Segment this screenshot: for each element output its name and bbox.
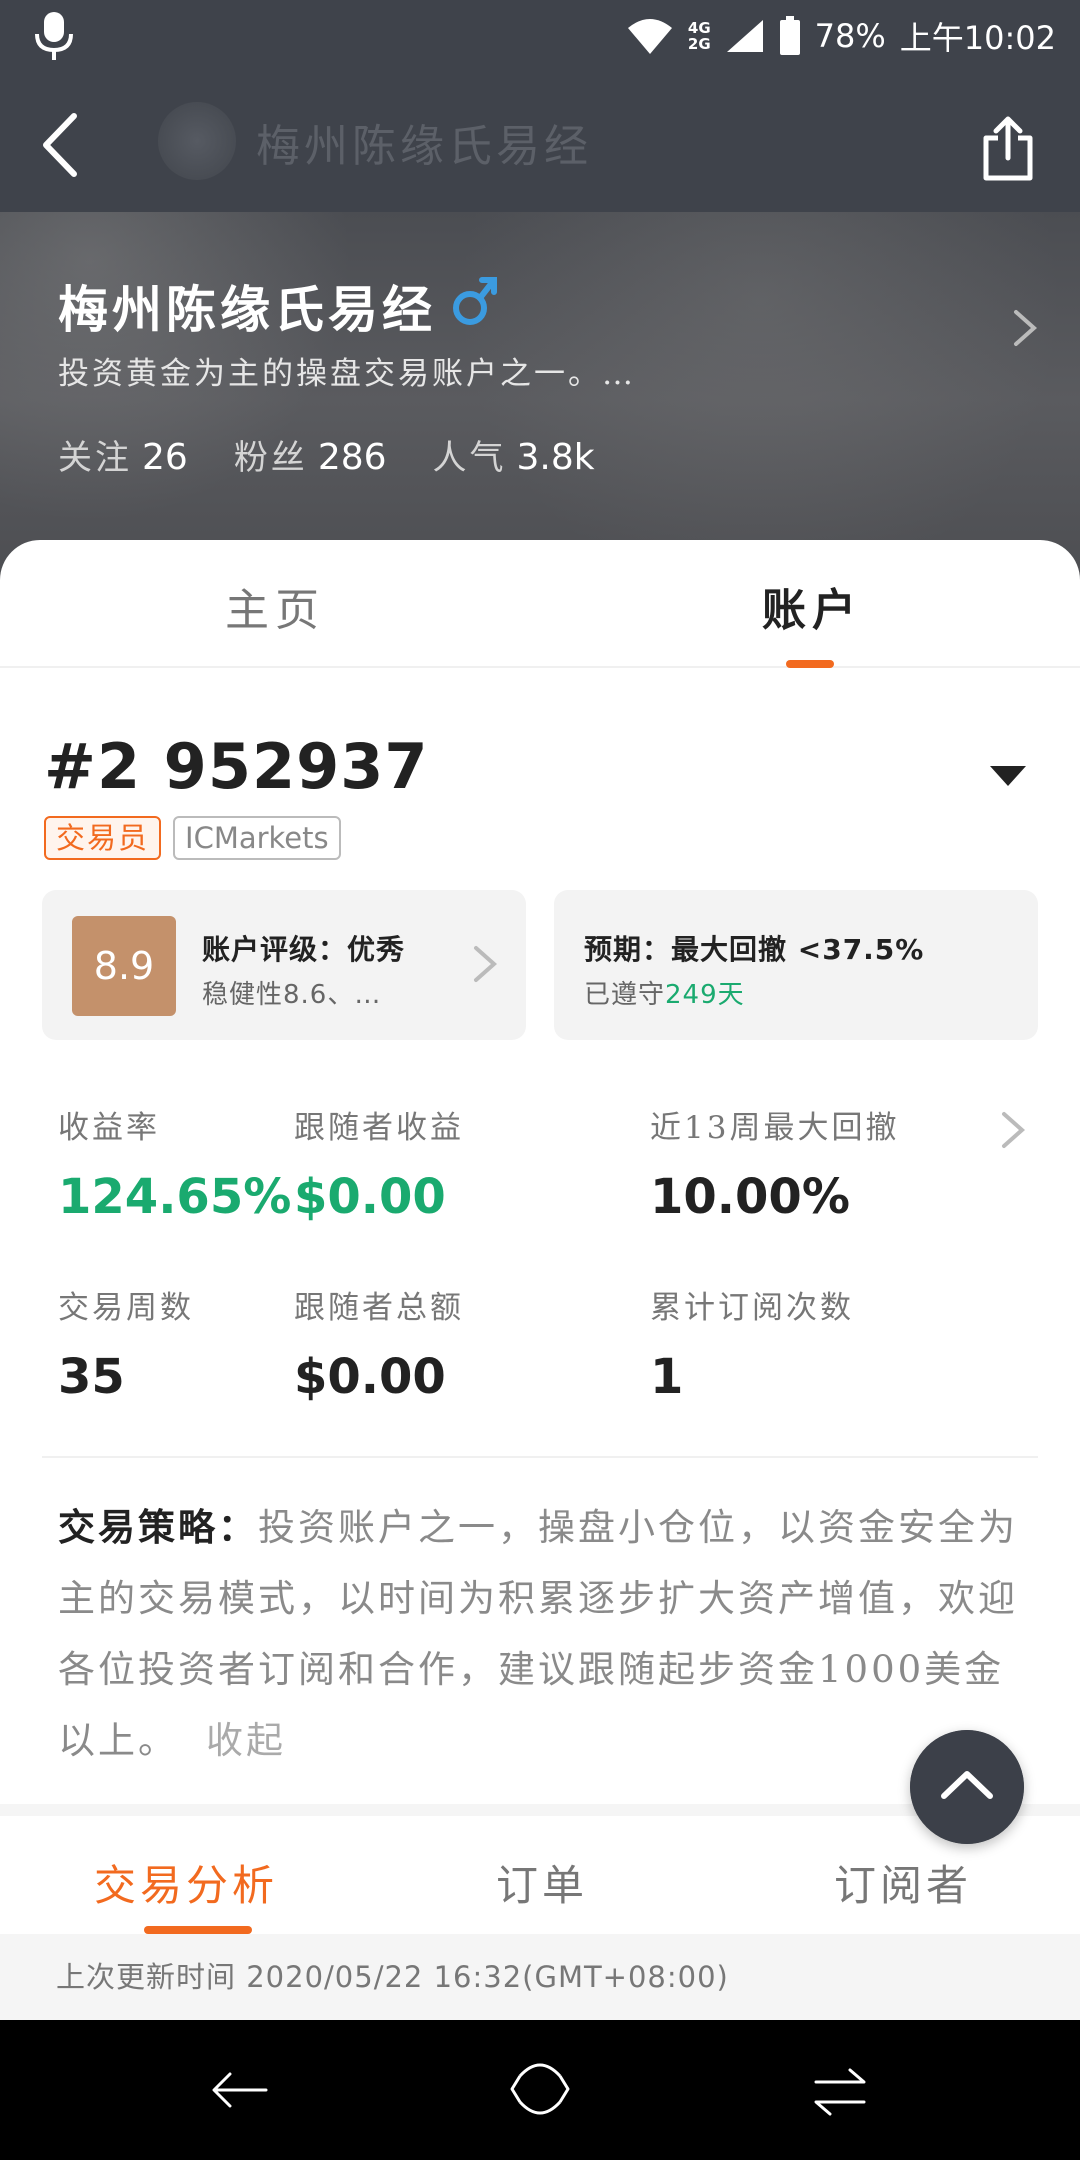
tab-subscribers[interactable]: 订阅者	[834, 1852, 972, 1913]
collapse-link[interactable]: 收起	[206, 1719, 286, 1762]
chevron-right-icon[interactable]	[1010, 306, 1040, 350]
male-gender-icon	[453, 277, 497, 325]
status-bar: 4G 2G 78% 上午10:02	[0, 0, 1080, 72]
metric-follower-profit: 跟随者收益 $0.00	[294, 1110, 464, 1225]
tab-trading-analysis[interactable]: 交易分析	[94, 1852, 278, 1913]
clock-time: 上午10:02	[899, 19, 1056, 57]
analysis-tabs: 交易分析 订单 订阅者	[0, 1816, 1080, 1934]
stat-followers[interactable]: 粉丝 286	[234, 430, 387, 479]
strategy-label: 交易策略：	[58, 1505, 258, 1549]
wifi-icon	[627, 19, 672, 54]
tab-active-indicator	[786, 660, 834, 668]
account-dropdown-caret-icon[interactable]	[990, 766, 1026, 786]
subtab-active-indicator	[144, 1926, 252, 1934]
microphone-icon	[35, 12, 73, 60]
system-switch-icon[interactable]	[812, 2064, 868, 2120]
metric-follower-total: 跟随者总额 $0.00	[294, 1290, 464, 1405]
divider	[42, 1456, 1038, 1458]
scroll-to-top-button[interactable]	[910, 1730, 1024, 1844]
account-tags: 交易员 ICMarkets	[44, 816, 341, 860]
expectation-subtitle: 已遵守249天	[584, 980, 745, 1010]
expectation-title: 预期：最大回撤 <37.5%	[584, 933, 925, 966]
stat-popularity: 人气 3.8k	[432, 437, 595, 478]
metric-return-rate: 收益率 124.65%	[58, 1110, 292, 1225]
profile-name: 梅州陈缘氏易经	[58, 280, 436, 339]
broker-tag: ICMarkets	[173, 816, 341, 860]
profile-stats: 关注 26 粉丝 286 人气 3.8k	[58, 430, 595, 479]
metric-subscription-count: 累计订阅次数 1	[650, 1290, 854, 1405]
chevron-right-icon[interactable]	[1000, 1108, 1026, 1152]
rating-subtitle: 稳健性8.6、…	[202, 980, 382, 1010]
tab-account[interactable]: 账户	[762, 574, 862, 638]
signal-icon	[726, 20, 763, 52]
tab-orders[interactable]: 订单	[496, 1852, 588, 1913]
system-home-icon[interactable]	[508, 2056, 572, 2122]
status-right: 4G 2G 78% 上午10:02	[626, 12, 1056, 60]
network-type-label: 4G 2G	[687, 19, 711, 53]
account-id: #2 952937	[44, 730, 429, 803]
rating-title: 账户评级：优秀	[202, 933, 406, 966]
last-update-bar: 上次更新时间 2020/05/22 16:32(GMT+08:00)	[0, 1934, 1080, 2020]
share-icon[interactable]	[980, 116, 1036, 182]
trading-strategy: 交易策略：投资账户之一，操盘小仓位，以资金安全为主的交易模式，以时间为积累逐步扩…	[58, 1492, 1038, 1776]
system-back-icon[interactable]	[210, 2066, 270, 2114]
account-rating-card[interactable]: 8.9 账户评级：优秀 稳健性8.6、…	[42, 890, 526, 1040]
stat-following[interactable]: 关注 26	[58, 430, 188, 479]
metric-trading-weeks: 交易周数 35	[58, 1290, 194, 1405]
battery-icon	[779, 16, 800, 55]
profile-description[interactable]: 投资黄金为主的操盘交易账户之一。…	[58, 348, 636, 393]
tab-home[interactable]: 主页	[225, 574, 325, 638]
back-arrow-icon[interactable]	[34, 110, 94, 180]
battery-percent: 78%	[814, 17, 886, 55]
main-tabs: 主页 账户	[0, 540, 1080, 668]
navigation-bar: 梅州陈缘氏易经	[0, 80, 1080, 210]
metric-max-drawdown: 近13周最大回撤 10.00%	[650, 1110, 900, 1225]
last-update-text: 上次更新时间 2020/05/22 16:32(GMT+08:00)	[56, 1960, 729, 1994]
system-navigation-bar	[0, 2020, 1080, 2160]
nav-avatar[interactable]	[158, 102, 236, 180]
chevron-right-icon	[474, 946, 498, 982]
rating-score: 8.9	[72, 916, 176, 1016]
content-sheet: 主页 账户 #2 952937 交易员 ICMarkets 8.9 账户评级：优…	[0, 540, 1080, 2020]
compliance-days: 249天	[665, 980, 745, 1010]
nav-title: 梅州陈缘氏易经	[256, 121, 592, 172]
trader-tag: 交易员	[44, 816, 162, 860]
expectation-card[interactable]: 预期：最大回撤 <37.5% 已遵守249天	[554, 890, 1038, 1040]
